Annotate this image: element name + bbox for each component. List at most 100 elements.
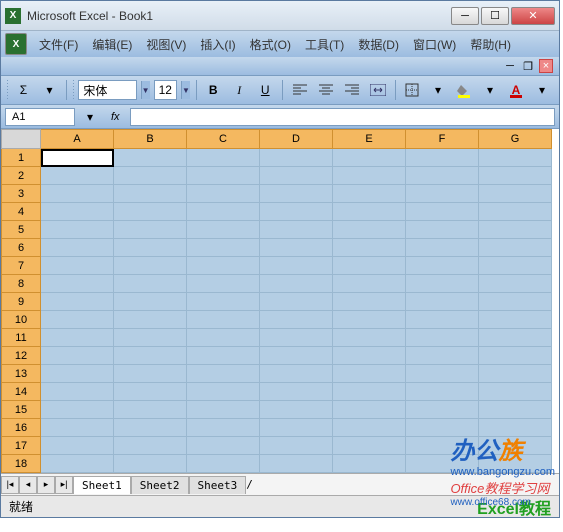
cell[interactable] [41, 401, 114, 419]
row-header[interactable]: 18 [1, 455, 41, 473]
cell[interactable] [333, 221, 406, 239]
last-sheet-button[interactable]: ▸| [55, 476, 73, 494]
menu-window[interactable]: 窗口(W) [407, 34, 462, 55]
cell[interactable] [479, 257, 552, 275]
cell[interactable] [187, 437, 260, 455]
dropdown-icon[interactable]: ▾ [38, 79, 60, 101]
cell[interactable] [114, 347, 187, 365]
excel-icon[interactable]: X [5, 33, 27, 55]
align-center-button[interactable] [315, 79, 337, 101]
cell[interactable] [479, 365, 552, 383]
formula-input[interactable] [130, 108, 555, 126]
cell[interactable] [406, 455, 479, 473]
cell[interactable] [41, 167, 114, 185]
cell[interactable] [114, 365, 187, 383]
cell[interactable] [333, 239, 406, 257]
bold-button[interactable]: B [202, 79, 224, 101]
cell[interactable] [41, 185, 114, 203]
column-header[interactable]: E [333, 129, 406, 149]
column-header[interactable]: C [187, 129, 260, 149]
cell[interactable] [41, 293, 114, 311]
toolbar-grip[interactable] [73, 80, 74, 100]
cell[interactable] [406, 275, 479, 293]
row-header[interactable]: 17 [1, 437, 41, 455]
cell[interactable] [260, 329, 333, 347]
cell[interactable] [41, 239, 114, 257]
next-sheet-button[interactable]: ▸ [37, 476, 55, 494]
cell[interactable] [114, 293, 187, 311]
cell[interactable] [114, 383, 187, 401]
cell[interactable] [406, 311, 479, 329]
cell[interactable] [114, 239, 187, 257]
cell[interactable] [187, 221, 260, 239]
cell[interactable] [333, 455, 406, 473]
row-header[interactable]: 8 [1, 275, 41, 293]
row-header[interactable]: 1 [1, 149, 41, 167]
row-header[interactable]: 5 [1, 221, 41, 239]
cell[interactable] [333, 437, 406, 455]
column-header[interactable]: F [406, 129, 479, 149]
sheet-tab-3[interactable]: Sheet3 [189, 476, 247, 494]
column-header[interactable]: B [114, 129, 187, 149]
minimize-button[interactable]: ─ [451, 7, 479, 25]
menu-insert[interactable]: 插入(I) [194, 34, 241, 55]
sheet-tab-1[interactable]: Sheet1 [73, 476, 131, 494]
cell[interactable] [114, 185, 187, 203]
menu-edit[interactable]: 编辑(E) [86, 34, 138, 55]
dropdown-icon[interactable]: ▾ [531, 79, 553, 101]
cell[interactable] [187, 347, 260, 365]
cell[interactable] [187, 455, 260, 473]
cell[interactable] [406, 239, 479, 257]
menu-tools[interactable]: 工具(T) [299, 34, 350, 55]
cell[interactable] [41, 347, 114, 365]
select-all-corner[interactable] [1, 129, 41, 149]
row-header[interactable]: 3 [1, 185, 41, 203]
cell[interactable] [406, 221, 479, 239]
cell[interactable] [187, 203, 260, 221]
name-dropdown[interactable]: ▾ [79, 106, 101, 128]
row-header[interactable]: 7 [1, 257, 41, 275]
row-header[interactable]: 13 [1, 365, 41, 383]
cell[interactable] [187, 257, 260, 275]
cell[interactable] [406, 419, 479, 437]
menu-format[interactable]: 格式(O) [244, 34, 297, 55]
cell[interactable] [406, 167, 479, 185]
cell[interactable] [479, 185, 552, 203]
row-header[interactable]: 12 [1, 347, 41, 365]
cell[interactable] [406, 365, 479, 383]
cell[interactable] [406, 347, 479, 365]
cell[interactable] [114, 401, 187, 419]
cell[interactable] [260, 293, 333, 311]
cell[interactable] [479, 239, 552, 257]
cell[interactable] [187, 149, 260, 167]
cell[interactable] [479, 347, 552, 365]
cell[interactable] [114, 203, 187, 221]
cell[interactable] [479, 437, 552, 455]
cell[interactable] [333, 329, 406, 347]
cell[interactable] [406, 401, 479, 419]
cell[interactable] [479, 221, 552, 239]
borders-button[interactable] [401, 79, 423, 101]
font-color-button[interactable]: A [505, 79, 527, 101]
chevron-down-icon[interactable]: ▼ [181, 81, 190, 99]
doc-close-button[interactable]: × [539, 59, 553, 73]
cell[interactable] [114, 167, 187, 185]
row-header[interactable]: 2 [1, 167, 41, 185]
cell[interactable] [406, 329, 479, 347]
dropdown-icon[interactable]: ▾ [427, 79, 449, 101]
cell[interactable] [260, 167, 333, 185]
cell[interactable] [114, 329, 187, 347]
cell[interactable] [479, 383, 552, 401]
cell[interactable] [260, 365, 333, 383]
doc-minimize-button[interactable]: ─ [503, 59, 517, 73]
cell[interactable] [260, 383, 333, 401]
cell[interactable] [333, 185, 406, 203]
cell[interactable] [260, 185, 333, 203]
cell[interactable] [41, 203, 114, 221]
fill-color-button[interactable] [453, 79, 475, 101]
align-left-button[interactable] [289, 79, 311, 101]
cell[interactable] [333, 203, 406, 221]
cell[interactable] [114, 437, 187, 455]
cell[interactable] [260, 275, 333, 293]
cell[interactable] [114, 311, 187, 329]
